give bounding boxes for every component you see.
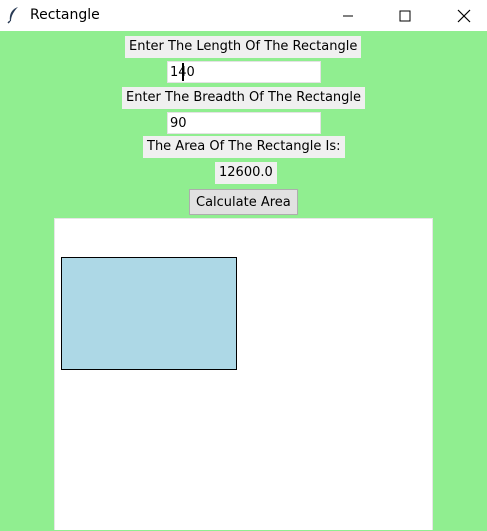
window-client: Enter The Length Of The Rectangle Enter … [0, 31, 487, 530]
breadth-label: Enter The Breadth Of The Rectangle [122, 87, 366, 109]
drawing-canvas [54, 218, 433, 530]
title-bar: Rectangle [0, 0, 487, 31]
rectangle-shape [61, 257, 237, 370]
feather-icon [6, 6, 22, 24]
text-caret [182, 63, 184, 81]
minimize-icon [343, 15, 353, 16]
calculate-area-button[interactable]: Calculate Area [189, 189, 298, 215]
length-label: Enter The Length Of The Rectangle [125, 36, 362, 58]
canvas-drawing [61, 257, 237, 370]
close-button[interactable] [441, 0, 487, 31]
area-value: 12600.0 [215, 162, 277, 184]
maximize-button[interactable] [382, 0, 428, 31]
close-icon [457, 9, 471, 22]
minimize-button[interactable] [325, 0, 371, 31]
maximize-icon [399, 10, 411, 21]
length-input[interactable] [167, 61, 321, 83]
area-label: The Area Of The Rectangle Is: [143, 136, 345, 158]
window-title: Rectangle [30, 7, 100, 23]
breadth-input[interactable] [167, 112, 321, 134]
